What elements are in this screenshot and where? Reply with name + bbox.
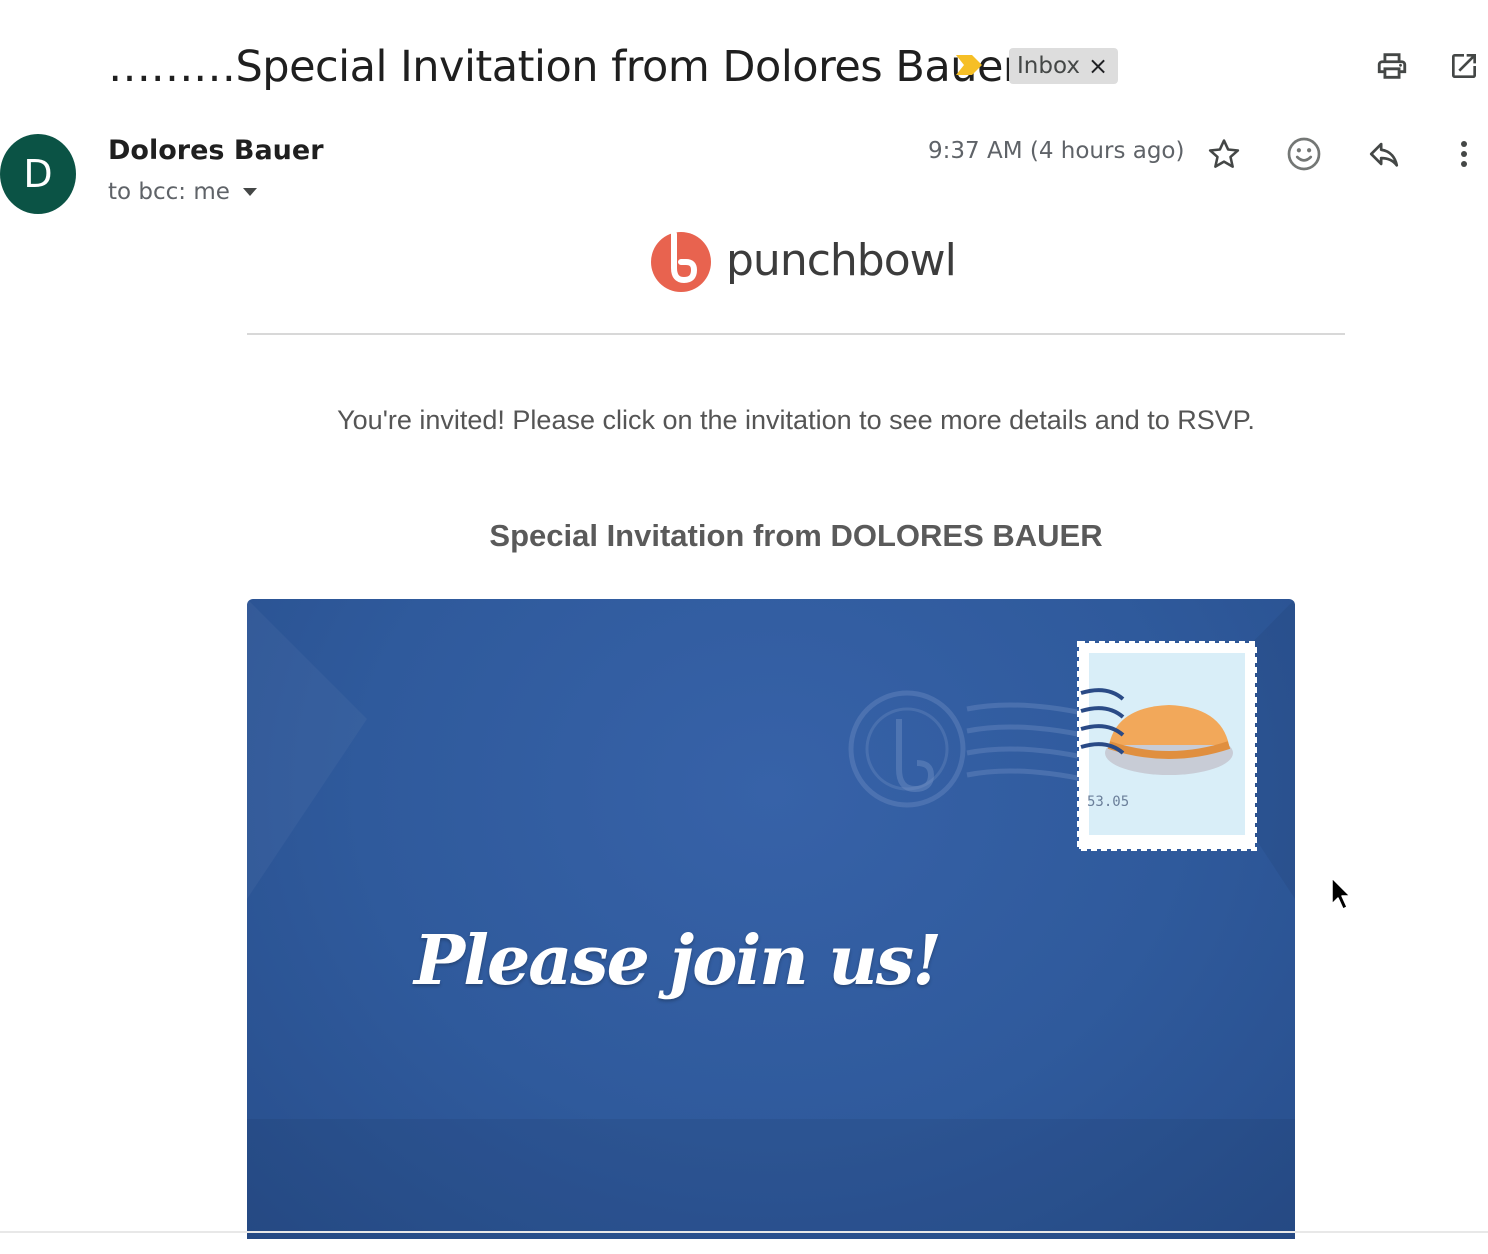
postmark-icon [848, 690, 1088, 808]
stamp-value: 53.05 [1087, 794, 1129, 810]
important-marker-icon[interactable] [954, 53, 984, 77]
mouse-cursor-icon [1331, 877, 1351, 910]
sender-name[interactable]: Dolores Bauer [108, 135, 324, 166]
logo-text: punchbowl [726, 235, 957, 286]
reply-icon [1369, 142, 1399, 167]
print-icon [1377, 53, 1407, 79]
reply-button[interactable] [1364, 134, 1404, 174]
pie-stamp: 53.05 [1077, 641, 1257, 851]
open-in-new-window-button[interactable] [1444, 46, 1484, 86]
email-subject: ………Special Invitation from Dolores Bauer [108, 42, 1021, 92]
email-timestamp: 9:37 AM (4 hours ago) [928, 138, 1185, 164]
emoji-reaction-button[interactable] [1284, 134, 1324, 174]
print-button[interactable] [1372, 46, 1412, 86]
bottom-divider [0, 1231, 1488, 1233]
recipients-text: to bcc: me [108, 179, 230, 205]
caret-down-icon[interactable] [240, 186, 260, 198]
invitation-intro-text: You're invited! Please click on the invi… [337, 405, 1255, 435]
emoji-reaction-icon [1287, 137, 1321, 171]
divider [247, 333, 1345, 335]
more-vert-icon [1461, 141, 1467, 167]
more-options-button[interactable] [1444, 134, 1484, 174]
label-name: Inbox [1017, 53, 1080, 79]
invitation-title: Special Invitation from DOLORES BAUER [489, 518, 1103, 553]
invitation-envelope-image[interactable]: 53.05 Please join us! [247, 599, 1295, 1239]
envelope-greeting: Please join us! [414, 921, 942, 1001]
open-in-new-window-icon [1452, 54, 1476, 78]
remove-label-button[interactable]: × [1088, 54, 1108, 78]
inbox-label-chip: Inbox × [1009, 48, 1119, 84]
star-icon [1208, 139, 1240, 168]
punchbowl-logo-icon [651, 231, 711, 292]
recipients-line[interactable]: to bcc: me [108, 179, 260, 205]
punchbowl-logo[interactable]: punchbowl [650, 228, 957, 294]
star-button[interactable] [1204, 134, 1244, 174]
pie-stamp-icon: 53.05 [1077, 641, 1257, 851]
sender-avatar[interactable]: D [0, 134, 76, 214]
